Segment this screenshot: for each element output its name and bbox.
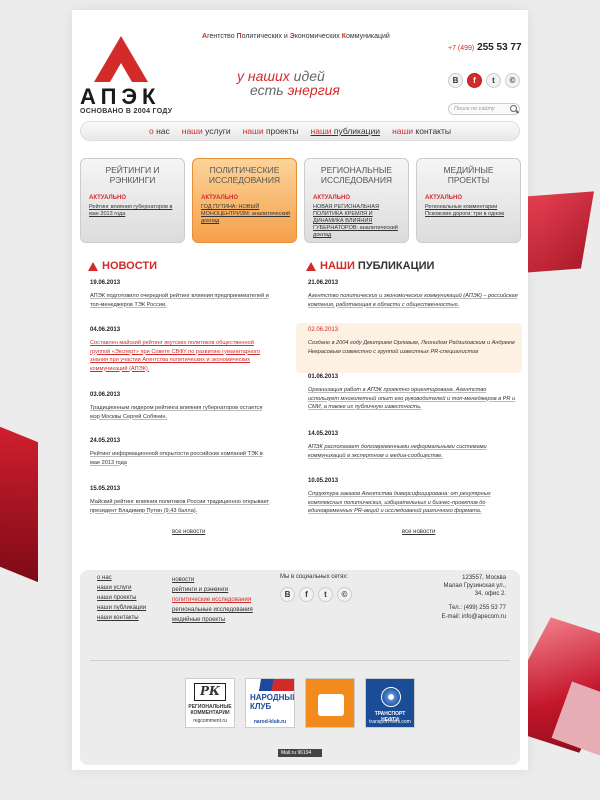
logo-text[interactable]: АПЭК (80, 84, 161, 110)
nav-contacts[interactable]: наши контакты (392, 126, 451, 136)
all-news-link[interactable]: все новости (172, 529, 205, 535)
nav-projects[interactable]: наши проекты (243, 126, 299, 136)
news-triangle-icon (88, 262, 98, 271)
news-date: 24.05.2013 (90, 438, 121, 444)
facebook-icon[interactable]: f (299, 587, 314, 602)
vk-icon[interactable]: В (448, 73, 463, 88)
footer-link[interactable]: политические исследования (172, 595, 253, 605)
footer-link[interactable]: наши проекты (97, 593, 146, 603)
news-item[interactable]: Рейтинг информационной открытости россий… (90, 450, 270, 467)
tab-title: Рейтинги и рэнкинги (105, 165, 160, 185)
partner-narod-klub[interactable]: НАРОДНЫЙ КЛУБ narod-klub.ru (245, 678, 295, 728)
news-date: 15.05.2013 (90, 486, 121, 492)
publication-item[interactable]: Организация работ в АПЭК проектно ориент… (308, 386, 518, 412)
social-links-header: В f t © (448, 73, 520, 88)
news-title: НОВОСТИ (102, 260, 158, 272)
news-item[interactable]: АПЭК подготовило очередной рейтинг влиян… (90, 292, 270, 309)
publication-date: 01.06.2013 (308, 374, 339, 380)
oil-url: transport-nefti.com (369, 719, 411, 725)
news-date: 04.06.2013 (90, 327, 121, 333)
publication-item[interactable]: АПЭК располагает долговременными неформа… (308, 443, 518, 460)
news-item[interactable]: Составлен майский рейтинг якутских полит… (90, 339, 270, 373)
footer-link[interactable]: о нас (97, 573, 146, 583)
publication-item[interactable]: Агентство политических и экономических к… (308, 292, 518, 309)
facebook-icon[interactable]: f (467, 73, 482, 88)
twitter-icon[interactable]: t (318, 587, 333, 602)
footer-link[interactable]: новости (172, 575, 253, 585)
partner-regcomment[interactable]: РК РЕГИОНАЛЬНЫЕ КОММЕНТАРИИ regcomment.r… (185, 678, 235, 728)
publication-date: 21.06.2013 (308, 280, 339, 286)
partner-orange[interactable] (305, 678, 355, 728)
publication-item[interactable]: Создано в 2004 году Дмитрием Орловым, Ле… (308, 339, 518, 356)
club-flag (246, 679, 294, 691)
orange-logo-icon (318, 694, 344, 716)
footer-social-title: Мы в социальных сетях: (280, 574, 349, 580)
rk-logo: РК (194, 683, 226, 701)
tab-media-projects[interactable]: Медийные проекты АКТУАЛЬНО Региональные … (416, 158, 521, 243)
social-links-footer: В f t © (280, 587, 352, 602)
tab-label: АКТУАЛЬНО (89, 195, 127, 201)
footer-link[interactable]: региональные исследования (172, 605, 253, 615)
logo-since: ОСНОВАНО В 2004 ГОДУ (80, 108, 173, 115)
tab-political-research[interactable]: Политические исследования АКТУАЛЬНО ГОД … (192, 158, 297, 243)
news-item[interactable]: Традиционным лидером рейтинга влияния гу… (90, 404, 270, 421)
mailru-counter[interactable]: Mail.ru 96194 (278, 749, 322, 757)
rk-caption: РЕГИОНАЛЬНЫЕ КОММЕНТАРИИ (188, 704, 232, 716)
footer-link[interactable]: наши услуги (97, 583, 146, 593)
publication-date: 02.06.2013 (308, 327, 339, 333)
publications-title: НАШИ ПУБЛИКАЦИИ (320, 260, 435, 272)
nav-publications[interactable]: наши публикации (311, 126, 381, 136)
tab-label: АКТУАЛЬНО (425, 195, 463, 201)
footer-link[interactable]: наши публикации (97, 603, 146, 613)
footer-address: 123557, Москва Малая Грузинская ул., 34,… (443, 575, 506, 597)
footer-nav-sections: новости рейтинги и рэнкинги политические… (172, 575, 253, 625)
all-publications-link[interactable]: все новости (402, 529, 435, 535)
footer-divider (90, 660, 510, 661)
tab-title: Политические исследования (208, 165, 281, 185)
news-date: 03.06.2013 (90, 392, 121, 398)
tab-title: Региональные исследования (320, 165, 393, 185)
agency-name: Агентство Политических и Экономических К… (202, 33, 390, 40)
publication-date: 10.05.2013 (308, 478, 339, 484)
logo-triangle-inner (110, 63, 132, 82)
club-text: НАРОДНЫЙ КЛУБ (250, 693, 295, 711)
tab-regional-research[interactable]: Региональные исследования АКТУАЛЬНО НОВА… (304, 158, 409, 243)
footer-email[interactable]: E-mail: info@apecom.ru (412, 613, 506, 621)
tab-ratings[interactable]: Рейтинги и рэнкинги АКТУАЛЬНО Рейтинг вл… (80, 158, 185, 243)
globe-icon (381, 687, 401, 707)
publication-date: 14.05.2013 (308, 431, 339, 437)
club-url: narod-klub.ru (253, 719, 287, 725)
nav-about[interactable]: о нас (149, 126, 170, 136)
publication-item[interactable]: Структура заказов Агентства диверсифицир… (308, 490, 518, 516)
main-nav: о нас наши услуги наши проекты наши публ… (80, 121, 520, 141)
twitter-icon[interactable]: t (486, 73, 501, 88)
page: АПЭК ОСНОВАНО В 2004 ГОДУ Агентство Поли… (72, 10, 528, 770)
tab-text[interactable]: Региональные комментарии Псковские дорог… (425, 204, 514, 218)
news-date: 19.06.2013 (90, 280, 121, 286)
tab-text[interactable]: ГОД ПУТИНА: НОВЫЙ МОНОЦЕНТРИЗМ: аналитич… (201, 204, 290, 225)
footer-link[interactable]: наши контакты (97, 613, 146, 623)
livejournal-icon[interactable]: © (505, 73, 520, 88)
footer-link[interactable]: медийные проекты (172, 615, 253, 625)
tab-text[interactable]: Рейтинг влияния губернаторов в мае 2013 … (89, 204, 178, 218)
footer-link[interactable]: рейтинги и рэнкинги (172, 585, 253, 595)
decorative-cube (0, 417, 38, 583)
slogan-line2: есть энергия (250, 82, 340, 98)
footer-nav-main: о нас наши услуги наши проекты наши публ… (97, 573, 146, 623)
vk-icon[interactable]: В (280, 587, 295, 602)
tab-label: АКТУАЛЬНО (313, 195, 351, 201)
publications-triangle-icon (306, 262, 316, 271)
partner-transport-nefti[interactable]: ТРАНСПОРТ НЕФТИ transport-nefti.com (365, 678, 415, 728)
nav-services[interactable]: наши услуги (182, 126, 231, 136)
phone: +7 (499) 255 53 77 (448, 42, 522, 53)
news-item[interactable]: Майский рейтинг влияния политиков России… (90, 498, 270, 515)
tab-text[interactable]: НОВАЯ РЕГИОНАЛЬНАЯ ПОЛИТИКА КРЕМЛЯ И ДИН… (313, 204, 402, 239)
rk-url: regcomment.ru (193, 718, 227, 724)
tab-title: Медийные проекты (443, 165, 494, 185)
tab-label: АКТУАЛЬНО (201, 195, 239, 201)
footer-phone: Тел.: (499) 255 53 77 (448, 605, 506, 611)
livejournal-icon[interactable]: © (337, 587, 352, 602)
search-icon[interactable] (510, 105, 517, 112)
